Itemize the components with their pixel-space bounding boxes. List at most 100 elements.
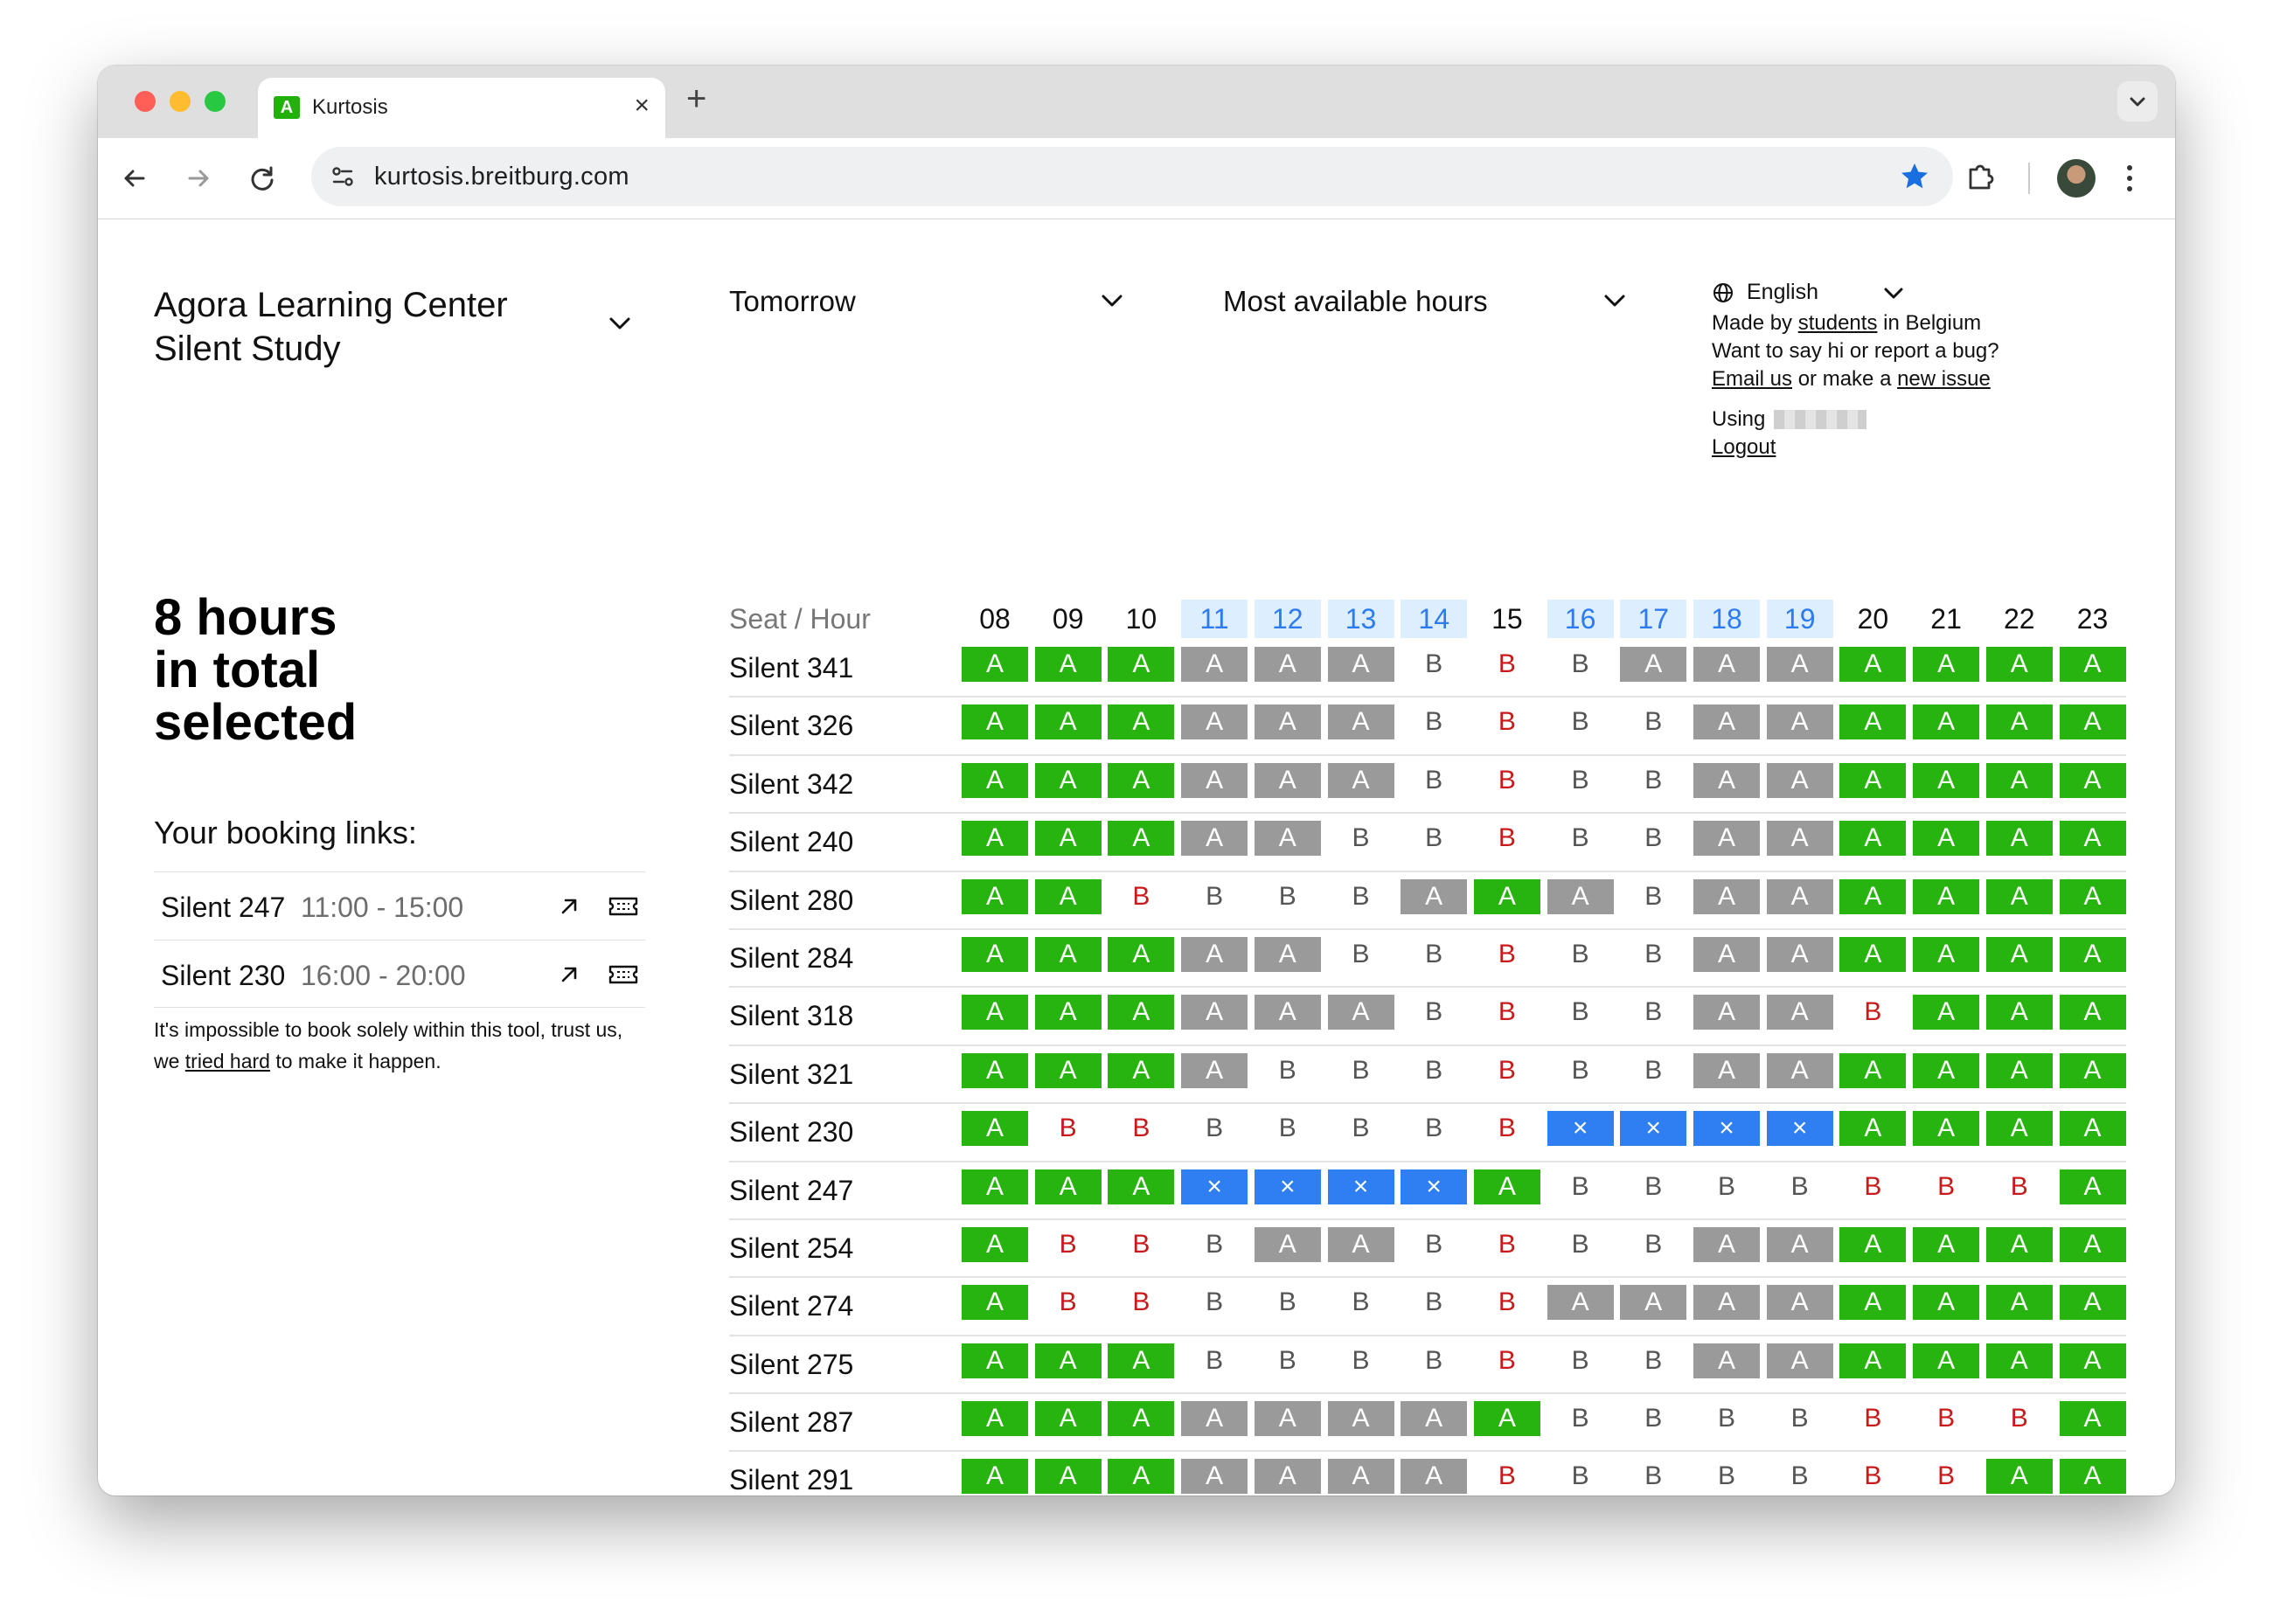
slot-cell-available[interactable]: A	[1985, 762, 2053, 798]
slot-cell-available-grey[interactable]: A	[1254, 647, 1321, 682]
slot-cell-available[interactable]: A	[1913, 1111, 1980, 1147]
hour-header-23[interactable]: 23	[2060, 600, 2126, 638]
slot-cell-available[interactable]: A	[2059, 1401, 2126, 1437]
slot-cell-available-grey[interactable]: A	[1693, 821, 1760, 857]
slot-cell-available[interactable]: A	[1913, 1052, 1980, 1088]
hour-header-18[interactable]: 18	[1693, 600, 1760, 638]
hour-header-15[interactable]: 15	[1474, 600, 1540, 638]
slot-cell-available[interactable]: A	[1108, 762, 1175, 798]
slot-cell-available[interactable]: A	[962, 762, 1028, 798]
slot-cell-available[interactable]: A	[962, 995, 1028, 1031]
slot-cell-available[interactable]: A	[1913, 936, 1980, 972]
slot-cell-available[interactable]: A	[1985, 1052, 2053, 1088]
slot-cell-available-grey[interactable]: A	[1181, 647, 1248, 682]
slot-cell-selected[interactable]: ×	[1620, 1111, 1687, 1147]
slot-cell-available-grey[interactable]: A	[1693, 647, 1760, 682]
slot-cell-available[interactable]: A	[1034, 1459, 1102, 1495]
hour-header-10[interactable]: 10	[1108, 600, 1174, 638]
slot-cell-available[interactable]: A	[962, 1226, 1028, 1262]
slot-cell-available[interactable]: A	[1473, 1401, 1540, 1437]
slot-cell-available[interactable]: A	[1839, 936, 1907, 972]
slot-cell-available[interactable]: A	[1034, 1169, 1102, 1204]
slot-cell-available[interactable]: A	[1034, 1052, 1102, 1088]
slot-cell-available-grey[interactable]: A	[1693, 1226, 1760, 1262]
hour-header-12[interactable]: 12	[1254, 600, 1321, 638]
slot-cell-available-grey[interactable]: A	[1254, 821, 1321, 857]
close-window-button[interactable]	[135, 91, 156, 112]
open-link-arrow-icon[interactable]	[558, 963, 580, 986]
slot-cell-available-grey[interactable]: A	[1254, 995, 1321, 1031]
hour-header-19[interactable]: 19	[1766, 600, 1833, 638]
slot-cell-available[interactable]: A	[1985, 995, 2053, 1031]
hour-header-13[interactable]: 13	[1327, 600, 1394, 638]
slot-cell-available-grey[interactable]: A	[1181, 1052, 1248, 1088]
slot-cell-available-grey[interactable]: A	[1693, 878, 1760, 914]
slot-cell-available-grey[interactable]: A	[1693, 936, 1760, 972]
slot-cell-available[interactable]: A	[2059, 821, 2126, 857]
slot-cell-available-grey[interactable]: A	[1181, 995, 1248, 1031]
slot-cell-available[interactable]: A	[1913, 704, 1980, 740]
slot-cell-available[interactable]: A	[962, 1111, 1028, 1147]
slot-cell-available-grey[interactable]: A	[1766, 1285, 1833, 1321]
slot-cell-available[interactable]: A	[1913, 1285, 1980, 1321]
slot-cell-available-grey[interactable]: A	[1766, 936, 1833, 972]
slot-cell-available[interactable]: A	[1034, 1401, 1102, 1437]
hour-header-16[interactable]: 16	[1547, 600, 1614, 638]
slot-cell-available[interactable]: A	[1913, 821, 1980, 857]
slot-cell-selected[interactable]: ×	[1401, 1169, 1468, 1204]
ticket-icon[interactable]	[607, 893, 640, 920]
slot-cell-available-grey[interactable]: A	[1766, 1343, 1833, 1378]
email-us-link[interactable]: Email us	[1712, 367, 1792, 391]
slot-cell-available[interactable]: A	[1108, 821, 1175, 857]
bookmark-star-icon[interactable]	[1899, 161, 1930, 192]
slot-cell-available-grey[interactable]: A	[1693, 995, 1760, 1031]
slot-cell-available[interactable]: A	[2059, 936, 2126, 972]
slot-cell-available-grey[interactable]: A	[1181, 1459, 1248, 1495]
slot-cell-available[interactable]: A	[1108, 936, 1175, 972]
new-tab-button[interactable]: +	[686, 80, 706, 119]
slot-cell-available-grey[interactable]: A	[1181, 704, 1248, 740]
slot-cell-available[interactable]: A	[1108, 1169, 1175, 1204]
more-menu-icon[interactable]	[2124, 161, 2135, 196]
chevron-down-icon[interactable]	[607, 315, 633, 332]
slot-cell-available-grey[interactable]: A	[1547, 1285, 1614, 1321]
slot-cell-available[interactable]: A	[2059, 1169, 2126, 1204]
slot-cell-available-grey[interactable]: A	[1181, 936, 1248, 972]
slot-cell-available-grey[interactable]: A	[1620, 1285, 1687, 1321]
slot-cell-available[interactable]: A	[1985, 1111, 2053, 1147]
slot-cell-available-grey[interactable]: A	[1693, 704, 1760, 740]
slot-cell-available[interactable]: A	[1108, 647, 1175, 682]
slot-cell-available[interactable]: A	[1108, 1459, 1175, 1495]
slot-cell-available[interactable]: A	[1108, 1401, 1175, 1437]
slot-cell-available[interactable]: A	[962, 1285, 1028, 1321]
slot-cell-available[interactable]: A	[1034, 1343, 1102, 1378]
slot-cell-available[interactable]: A	[1108, 704, 1175, 740]
slot-cell-available-grey[interactable]: A	[1181, 821, 1248, 857]
slot-cell-available[interactable]: A	[1985, 1285, 2053, 1321]
slot-cell-available-grey[interactable]: A	[1327, 647, 1394, 682]
slot-cell-available-grey[interactable]: A	[1693, 1343, 1760, 1378]
slot-cell-available[interactable]: A	[962, 1459, 1028, 1495]
slot-cell-available[interactable]: A	[1108, 1052, 1175, 1088]
slot-cell-available[interactable]: A	[1913, 1343, 1980, 1378]
hour-header-08[interactable]: 08	[962, 600, 1028, 638]
slot-cell-available[interactable]: A	[1473, 1169, 1540, 1204]
slot-cell-selected[interactable]: ×	[1766, 1111, 1833, 1147]
slot-cell-available[interactable]: A	[1034, 647, 1102, 682]
slot-cell-available-grey[interactable]: A	[1401, 1459, 1468, 1495]
slot-cell-available[interactable]: A	[1985, 1226, 2053, 1262]
hour-header-09[interactable]: 09	[1035, 600, 1102, 638]
slot-cell-available[interactable]: A	[2059, 1459, 2126, 1495]
open-link-arrow-icon[interactable]	[558, 895, 580, 918]
slot-cell-available-grey[interactable]: A	[1766, 704, 1833, 740]
tab-search-button[interactable]	[2117, 81, 2158, 121]
slot-cell-available[interactable]: A	[1913, 647, 1980, 682]
slot-cell-available[interactable]: A	[962, 1401, 1028, 1437]
slot-cell-available[interactable]: A	[1473, 878, 1540, 914]
slot-cell-available[interactable]: A	[962, 878, 1028, 914]
slot-cell-selected[interactable]: ×	[1693, 1111, 1760, 1147]
slot-cell-available[interactable]: A	[1985, 821, 2053, 857]
ticket-icon[interactable]	[607, 961, 640, 988]
logout-link[interactable]: Logout	[1712, 435, 1776, 459]
hour-header-20[interactable]: 20	[1839, 600, 1906, 638]
